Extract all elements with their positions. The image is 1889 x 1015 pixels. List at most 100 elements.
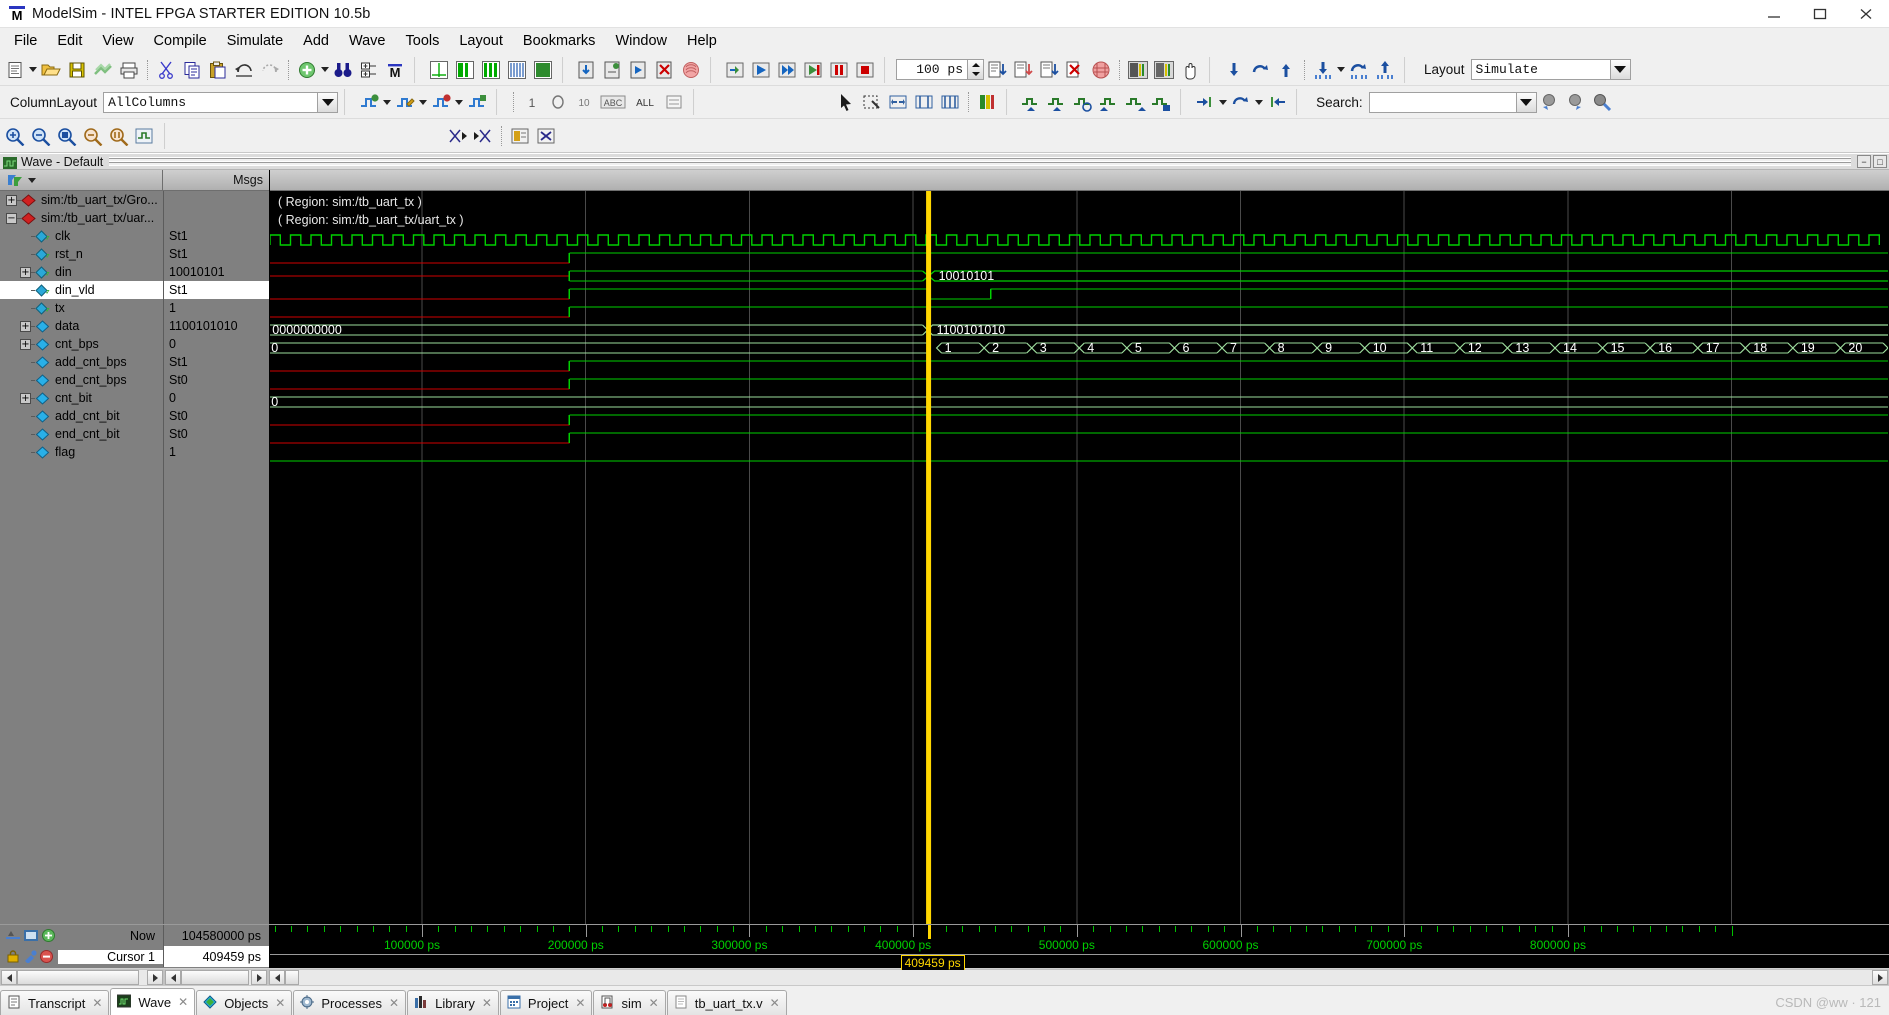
search-input[interactable] (1368, 91, 1517, 113)
menu-item-view[interactable]: View (92, 30, 143, 52)
expand-all-dropdown-icon[interactable] (1218, 91, 1228, 113)
signal-row-add_cnt_bit[interactable]: add_cnt_bit (0, 407, 163, 425)
cut-icon[interactable] (154, 58, 178, 82)
cursor-cycle-icon[interactable] (1347, 58, 1371, 82)
find-all-icon[interactable] (1149, 90, 1173, 114)
tab-close-icon[interactable]: ✕ (389, 996, 399, 1010)
save-icon[interactable] (65, 58, 89, 82)
signal-row-cnt_bps[interactable]: + cnt_bps (0, 335, 163, 353)
signal-row-din[interactable]: + din (0, 263, 163, 281)
wave-compare-2-icon[interactable] (1152, 58, 1176, 82)
names-scroll-left-icon[interactable] (1, 970, 17, 985)
zoom-cursor-icon[interactable] (912, 90, 936, 114)
edit-wave-icon[interactable] (393, 90, 417, 114)
radix-abc-icon[interactable]: ABC (598, 90, 628, 114)
wave-colors-icon[interactable] (975, 90, 999, 114)
expander-plus-icon[interactable]: + (6, 194, 17, 206)
sim-time-value[interactable]: 100 ps (896, 59, 968, 80)
edit-wave-dropdown-icon[interactable] (418, 91, 428, 113)
delete-wave-dropdown-icon[interactable] (454, 91, 464, 113)
run-all-icon[interactable] (801, 58, 825, 82)
wave-scrollbar[interactable] (268, 969, 1889, 986)
break-icon[interactable] (653, 58, 677, 82)
columnlayout-chevron-down-icon[interactable] (318, 91, 339, 113)
zoom-last-icon[interactable] (81, 124, 105, 148)
step-out-icon[interactable] (1037, 58, 1061, 82)
waveform-drawing-area[interactable]: 10010101 0000000000 1100101010 0 1 2 3 4 5 6 7 8 9 10… (270, 191, 1889, 924)
tab-close-icon[interactable]: ✕ (770, 996, 780, 1010)
cut-signal-icon[interactable] (445, 124, 469, 148)
wave-props-icon[interactable] (465, 90, 489, 114)
restart-icon[interactable] (723, 58, 747, 82)
stop-icon[interactable] (853, 58, 877, 82)
tab-close-icon[interactable]: ✕ (482, 996, 492, 1010)
run-continue-icon[interactable] (775, 58, 799, 82)
wave-scroll-thumb[interactable] (285, 970, 299, 985)
columnlayout-value[interactable]: AllColumns (103, 91, 319, 113)
expand-all-icon[interactable] (1193, 90, 1217, 114)
menu-item-tools[interactable]: Tools (396, 30, 450, 52)
values-scroll-right-icon[interactable] (251, 970, 267, 985)
signal-row-simtb_uart_txgro[interactable]: + sim:/tb_uart_tx/Gro... (0, 191, 163, 209)
compile-all-icon[interactable] (601, 58, 625, 82)
print-icon[interactable] (117, 58, 141, 82)
signal-row-data[interactable]: + data (0, 317, 163, 335)
break-run-icon[interactable] (827, 58, 851, 82)
expander-plus-icon[interactable]: + (20, 320, 31, 332)
zoom-range2-icon[interactable] (107, 124, 131, 148)
expander-plus-icon[interactable]: + (20, 266, 31, 278)
open-folder-icon[interactable] (39, 58, 63, 82)
prev-transition-icon[interactable] (1019, 90, 1043, 114)
wave-scroll-track[interactable] (285, 970, 1872, 985)
tab-objects[interactable]: Objects ✕ (196, 990, 293, 1015)
tab-close-icon[interactable]: ✕ (649, 996, 659, 1010)
reload-icon[interactable] (91, 58, 115, 82)
undo-icon[interactable] (232, 58, 256, 82)
signal-row-add_cnt_bps[interactable]: add_cnt_bps (0, 353, 163, 371)
menu-item-file[interactable]: File (4, 30, 47, 52)
zoom-in-icon[interactable] (3, 124, 27, 148)
radix-more-icon[interactable] (662, 90, 686, 114)
run-icon[interactable] (749, 58, 773, 82)
radix-binary-icon[interactable]: 1 (520, 90, 544, 114)
find-next-icon[interactable] (1123, 90, 1147, 114)
tab-close-icon[interactable]: ✕ (92, 996, 102, 1010)
names-scroll-track[interactable] (17, 970, 147, 985)
expander-plus-icon[interactable]: + (20, 338, 31, 350)
tab-wave[interactable]: Wave ✕ (110, 988, 196, 1015)
signal-row-rst_n[interactable]: rst_n (0, 245, 163, 263)
add-wave-icon[interactable] (295, 58, 319, 82)
tab-transcript[interactable]: Transcript ✕ (0, 990, 110, 1015)
names-scroll-thumb[interactable] (17, 970, 139, 985)
insert-wave-icon[interactable] (357, 90, 381, 114)
hand-pan-icon[interactable] (1178, 58, 1202, 82)
paste-icon[interactable] (206, 58, 230, 82)
maximize-icon[interactable] (1797, 0, 1843, 28)
signal-filter-icon[interactable] (0, 170, 163, 190)
search-prev-icon[interactable] (1538, 90, 1562, 114)
paste-signal-icon[interactable] (471, 124, 495, 148)
values-scroll-left-icon[interactable] (165, 970, 181, 985)
layout-chevron-down-icon[interactable] (1610, 59, 1631, 80)
delete-wave-icon[interactable] (429, 90, 453, 114)
wave-green-icon[interactable] (531, 58, 555, 82)
wave-fine-icon[interactable] (505, 58, 529, 82)
search-chevron-down-icon[interactable] (1516, 91, 1537, 113)
collapse-all-icon[interactable] (1265, 90, 1289, 114)
wave-window-grip[interactable] (109, 157, 1851, 166)
close-icon[interactable] (1843, 0, 1889, 28)
next-transition-icon[interactable] (1045, 90, 1069, 114)
cursor-down-dropdown-icon[interactable] (1336, 59, 1346, 81)
wave-left-icon[interactable] (453, 58, 477, 82)
tab-project[interactable]: Project ✕ (499, 990, 593, 1015)
waveform-canvas[interactable]: 10010101 0000000000 1100101010 0 1 2 3 4 5 6 7 8 9 10… (270, 170, 1889, 924)
signal-row-cnt_bit[interactable]: + cnt_bit (0, 389, 163, 407)
new-file-dropdown-icon[interactable] (28, 59, 38, 81)
values-scroll-thumb[interactable] (181, 970, 249, 985)
search-combobox[interactable] (1368, 91, 1537, 113)
expander-plus-icon[interactable]: + (20, 392, 31, 404)
bookmark-up-icon[interactable] (1274, 58, 1298, 82)
expand-tree-icon[interactable] (357, 58, 381, 82)
menu-item-help[interactable]: Help (677, 30, 727, 52)
new-file-icon[interactable] (3, 58, 27, 82)
